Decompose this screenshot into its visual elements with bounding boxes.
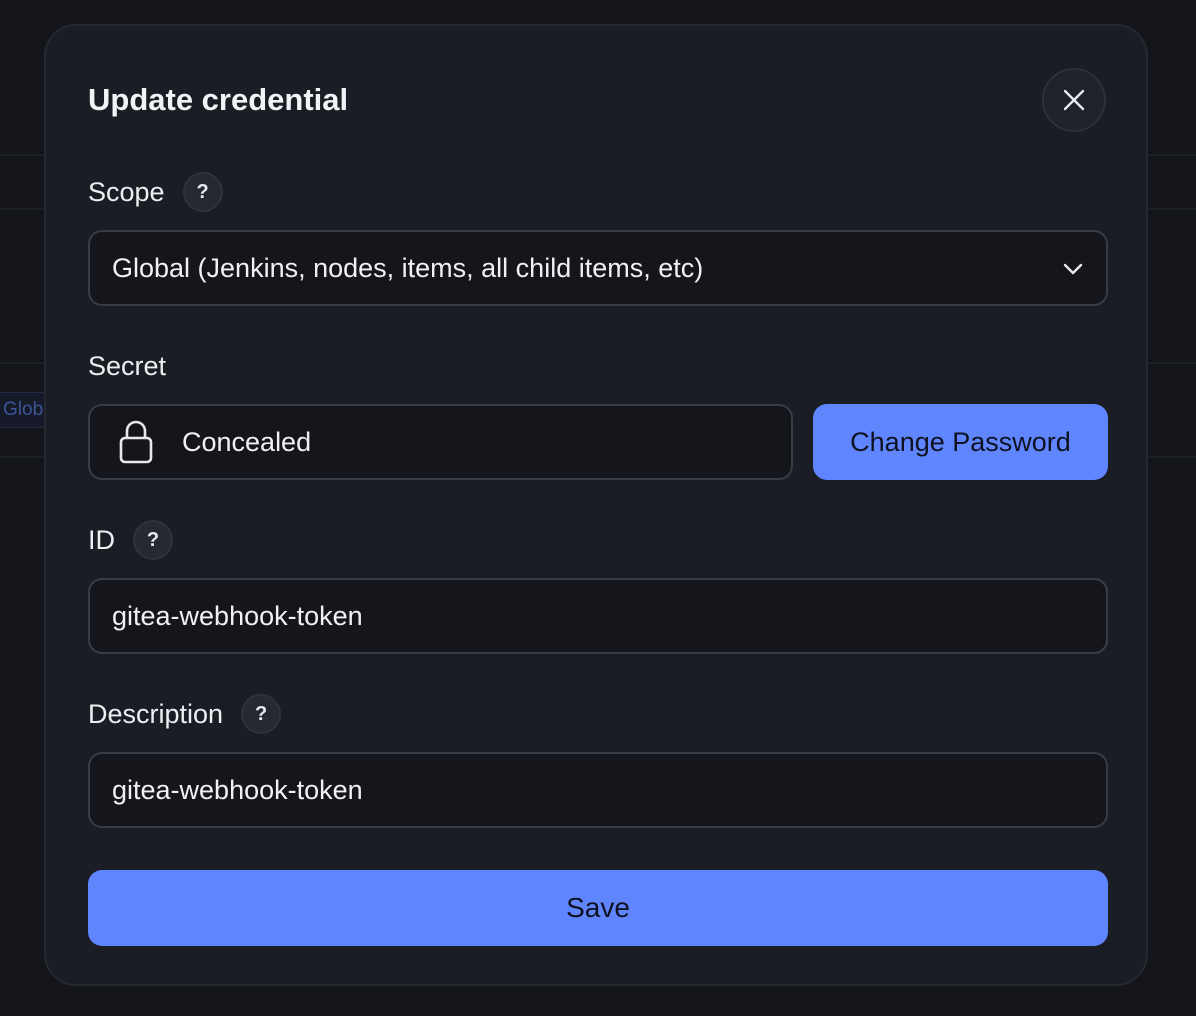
dialog-title: Update credential [88, 82, 349, 117]
chevron-down-icon [1063, 263, 1083, 275]
lock-icon [119, 420, 153, 464]
secret-label: Secret [88, 351, 167, 381]
scope-label: Scope [88, 176, 165, 207]
scope-select[interactable]: Global (Jenkins, nodes, items, all child… [88, 230, 1108, 306]
description-label: Description [88, 698, 224, 729]
scope-help-icon[interactable]: ? [182, 172, 223, 212]
scope-selected-value: Global (Jenkins, nodes, items, all child… [112, 252, 704, 283]
scope-label-row: Scope ? [88, 172, 223, 212]
secret-value: Concealed [182, 426, 312, 457]
update-credential-dialog: Update credential Scope ? Global (Jenkin… [44, 24, 1148, 986]
dialog-header: Update credential [88, 68, 1106, 132]
description-input[interactable]: gitea-webhook-token [88, 752, 1108, 828]
close-icon [1063, 89, 1085, 111]
id-label-row: ID ? [88, 520, 173, 560]
id-help-icon[interactable]: ? [133, 520, 173, 560]
close-button[interactable] [1042, 68, 1106, 132]
secret-field: Concealed [88, 404, 793, 480]
change-password-button[interactable]: Change Password [813, 404, 1108, 480]
description-help-icon[interactable]: ? [241, 694, 282, 734]
save-button[interactable]: Save [88, 870, 1108, 946]
id-input[interactable]: gitea-webhook-token [88, 578, 1108, 654]
id-label: ID [88, 524, 115, 555]
description-value: gitea-webhook-token [112, 774, 363, 805]
secret-label-row: Secret [88, 346, 166, 386]
description-label-row: Description ? [88, 694, 282, 734]
id-value: gitea-webhook-token [112, 600, 363, 631]
